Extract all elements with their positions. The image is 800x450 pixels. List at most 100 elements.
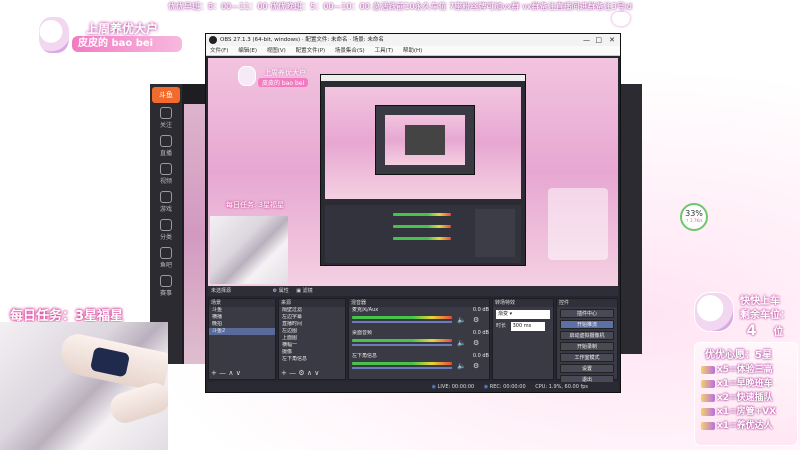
transition-select[interactable]: 渐变 ▾ (496, 310, 550, 319)
plugin-center-button[interactable]: 插件中心 (560, 309, 614, 318)
menu-edit[interactable]: 编辑(E) (238, 48, 257, 54)
source-item[interactable]: 横幅一 (279, 342, 345, 349)
sidebar-item-game[interactable]: 游戏 (154, 191, 178, 215)
source-item[interactable]: 直播时间 (279, 321, 345, 328)
cpu-stats: CPU: 1.9%, 60.00 fps (535, 384, 588, 390)
source-item[interactable]: 摄像 (279, 349, 345, 356)
transitions-title: 转场特效 (493, 299, 553, 307)
menu-help[interactable]: 帮助(H) (403, 48, 422, 54)
fish-icon (160, 247, 172, 259)
wish-list: x5=体验三高 x1=早晚班车 x2=快速插队 x1=房管+VX x1=养优达人 (701, 363, 791, 433)
mixer-dock: 混音器 麦克风/Aux 0.0 dB 🔈 ⚙ 桌面音频 0.0 dB 🔈 ⚙ 左… (348, 298, 490, 380)
down-icon[interactable]: ∨ (236, 369, 241, 377)
gear-icon[interactable]: ⚙ (473, 362, 479, 370)
scene-item[interactable]: 晚拍 (209, 321, 275, 328)
sidebar-item-video[interactable]: 视频 (154, 163, 178, 187)
volume-meter (352, 362, 452, 365)
maximize-icon[interactable]: □ (595, 34, 602, 46)
up-icon[interactable]: ∧ (307, 369, 312, 377)
obs-source-bar: 未选择源 ⚙ 属性 ▣ 滤镜 (208, 286, 618, 296)
mixer-channel-db: 0.0 dB (472, 307, 489, 313)
wish-list-title: 优优心愿：5星 (705, 350, 772, 361)
add-icon[interactable]: + (211, 369, 217, 377)
menu-tools[interactable]: 工具(T) (374, 48, 393, 54)
source-item[interactable]: 上面图 (279, 335, 345, 342)
volume-meter (352, 339, 452, 342)
speaker-icon[interactable]: 🔈 (457, 362, 466, 370)
menu-profile[interactable]: 配置文件(P) (296, 48, 326, 54)
start-recording-button[interactable]: 开始录制 (560, 342, 614, 351)
wish-item: x5=体验三高 (701, 363, 791, 377)
properties-button[interactable]: ⚙ 属性 (273, 288, 289, 294)
sidebar-item-fishbar[interactable]: 鱼吧 (154, 247, 178, 271)
mixer-title: 混音器 (349, 299, 489, 307)
scene-item[interactable]: 横播 (209, 314, 275, 321)
mixer-channel-db: 0.0 dB (472, 353, 489, 359)
source-item[interactable]: 隔壁过滤 (279, 307, 345, 314)
wish-list-card: 优优心愿：5星 x5=体验三高 x1=早晚班车 x2=快速插队 x1=房管+VX… (694, 342, 798, 446)
down-icon[interactable]: ∨ (314, 369, 319, 377)
top-left-title: 上周养优大户 (86, 22, 159, 36)
preview-inner-mascot (238, 66, 256, 86)
volume-slider[interactable] (352, 344, 452, 346)
gear-icon[interactable]: ⚙ (298, 369, 304, 377)
filters-button[interactable]: ▣ 滤镜 (296, 288, 312, 294)
no-source-label: 未选择源 (211, 288, 232, 294)
right-backdrop-window (620, 84, 642, 354)
sidebar-item-match[interactable]: 赛事 (154, 275, 178, 299)
controls-dock: 控件 插件中心 开始推流 启动虚拟摄像机 开始录制 工作室模式 设置 退出 (556, 298, 618, 384)
scene-item[interactable]: 斗鱼 (209, 307, 275, 314)
source-item[interactable]: 左边图 (279, 328, 345, 335)
scenes-toolbar: + — ∧ ∨ (211, 369, 241, 377)
remove-icon[interactable]: — (219, 369, 226, 377)
gift-icon (701, 365, 715, 374)
settings-button[interactable]: 设置 (560, 364, 614, 373)
cat-icon (612, 12, 630, 26)
speaker-icon[interactable]: 🔈 (457, 316, 466, 324)
douyu-logo[interactable]: 斗鱼 (152, 87, 180, 103)
volume-slider[interactable] (352, 367, 452, 369)
scenes-title: 场景 (209, 299, 275, 307)
studio-mode-button[interactable]: 工作室模式 (560, 353, 614, 362)
gift-icon (701, 407, 715, 416)
source-item[interactable]: 左边字幕 (279, 314, 345, 321)
percent-badge: 33% ↑ 2.7K/s (680, 203, 708, 231)
parking-count-unit: 位 (773, 327, 784, 338)
mixer-channel-name: 左下角信息 (352, 353, 378, 359)
volume-slider[interactable] (352, 321, 452, 323)
controls-title: 控件 (557, 299, 617, 307)
grid-icon (160, 219, 172, 231)
add-icon[interactable]: + (281, 369, 287, 377)
menu-scene-collection[interactable]: 场景集合(S) (335, 48, 365, 54)
sidebar-item-follow[interactable]: 关注 (154, 107, 178, 131)
webcam-feed (0, 322, 168, 450)
parking-count-value: 4 (746, 323, 757, 339)
menu-view[interactable]: 视图(V) (267, 48, 286, 54)
live-indicator-icon: ◉ (431, 384, 437, 390)
gear-icon[interactable]: ⚙ (473, 316, 479, 324)
sources-toolbar: + — ⚙ ∧ ∨ (281, 369, 319, 377)
sidebar-item-category[interactable]: 分类 (154, 219, 178, 243)
up-icon[interactable]: ∧ (228, 369, 233, 377)
start-streaming-button[interactable]: 开始推流 (560, 320, 614, 329)
preview-inner-camera (210, 216, 288, 284)
obs-title-bar: OBS 27.1.3 (64-bit, windows) · 配置文件: 未命名… (206, 34, 620, 46)
scenes-dock: 场景 斗鱼 横播 晚拍 斗鱼2 + — ∧ ∨ (208, 298, 276, 380)
mixer-channel-name: 麦克风/Aux (352, 307, 379, 313)
virtual-camera-button[interactable]: 启动虚拟摄像机 (560, 331, 614, 340)
speaker-icon[interactable]: 🔈 (457, 339, 466, 347)
sidebar-item-live[interactable]: 直播 (154, 135, 178, 159)
wish-item: x1=早晚班车 (701, 377, 791, 391)
duration-input[interactable]: 300 ms (510, 322, 545, 331)
close-icon[interactable]: ✕ (609, 34, 615, 46)
mixer-channel: 左下角信息 0.0 dB 🔈 ⚙ (349, 353, 489, 376)
remove-icon[interactable]: — (289, 369, 296, 377)
gear-icon[interactable]: ⚙ (473, 339, 479, 347)
source-item[interactable]: 左下角信息 (279, 356, 345, 363)
gamepad-icon (160, 191, 172, 203)
minimize-icon[interactable]: — (583, 34, 590, 46)
percent-sub: ↑ 2.7K/s (685, 218, 703, 223)
obs-preview[interactable]: 上周养优大户 皮皮的 bao bei 每日任务: 3星福星 (208, 58, 618, 286)
menu-file[interactable]: 文件(F) (210, 48, 228, 54)
scene-item-selected[interactable]: 斗鱼2 (209, 328, 275, 335)
